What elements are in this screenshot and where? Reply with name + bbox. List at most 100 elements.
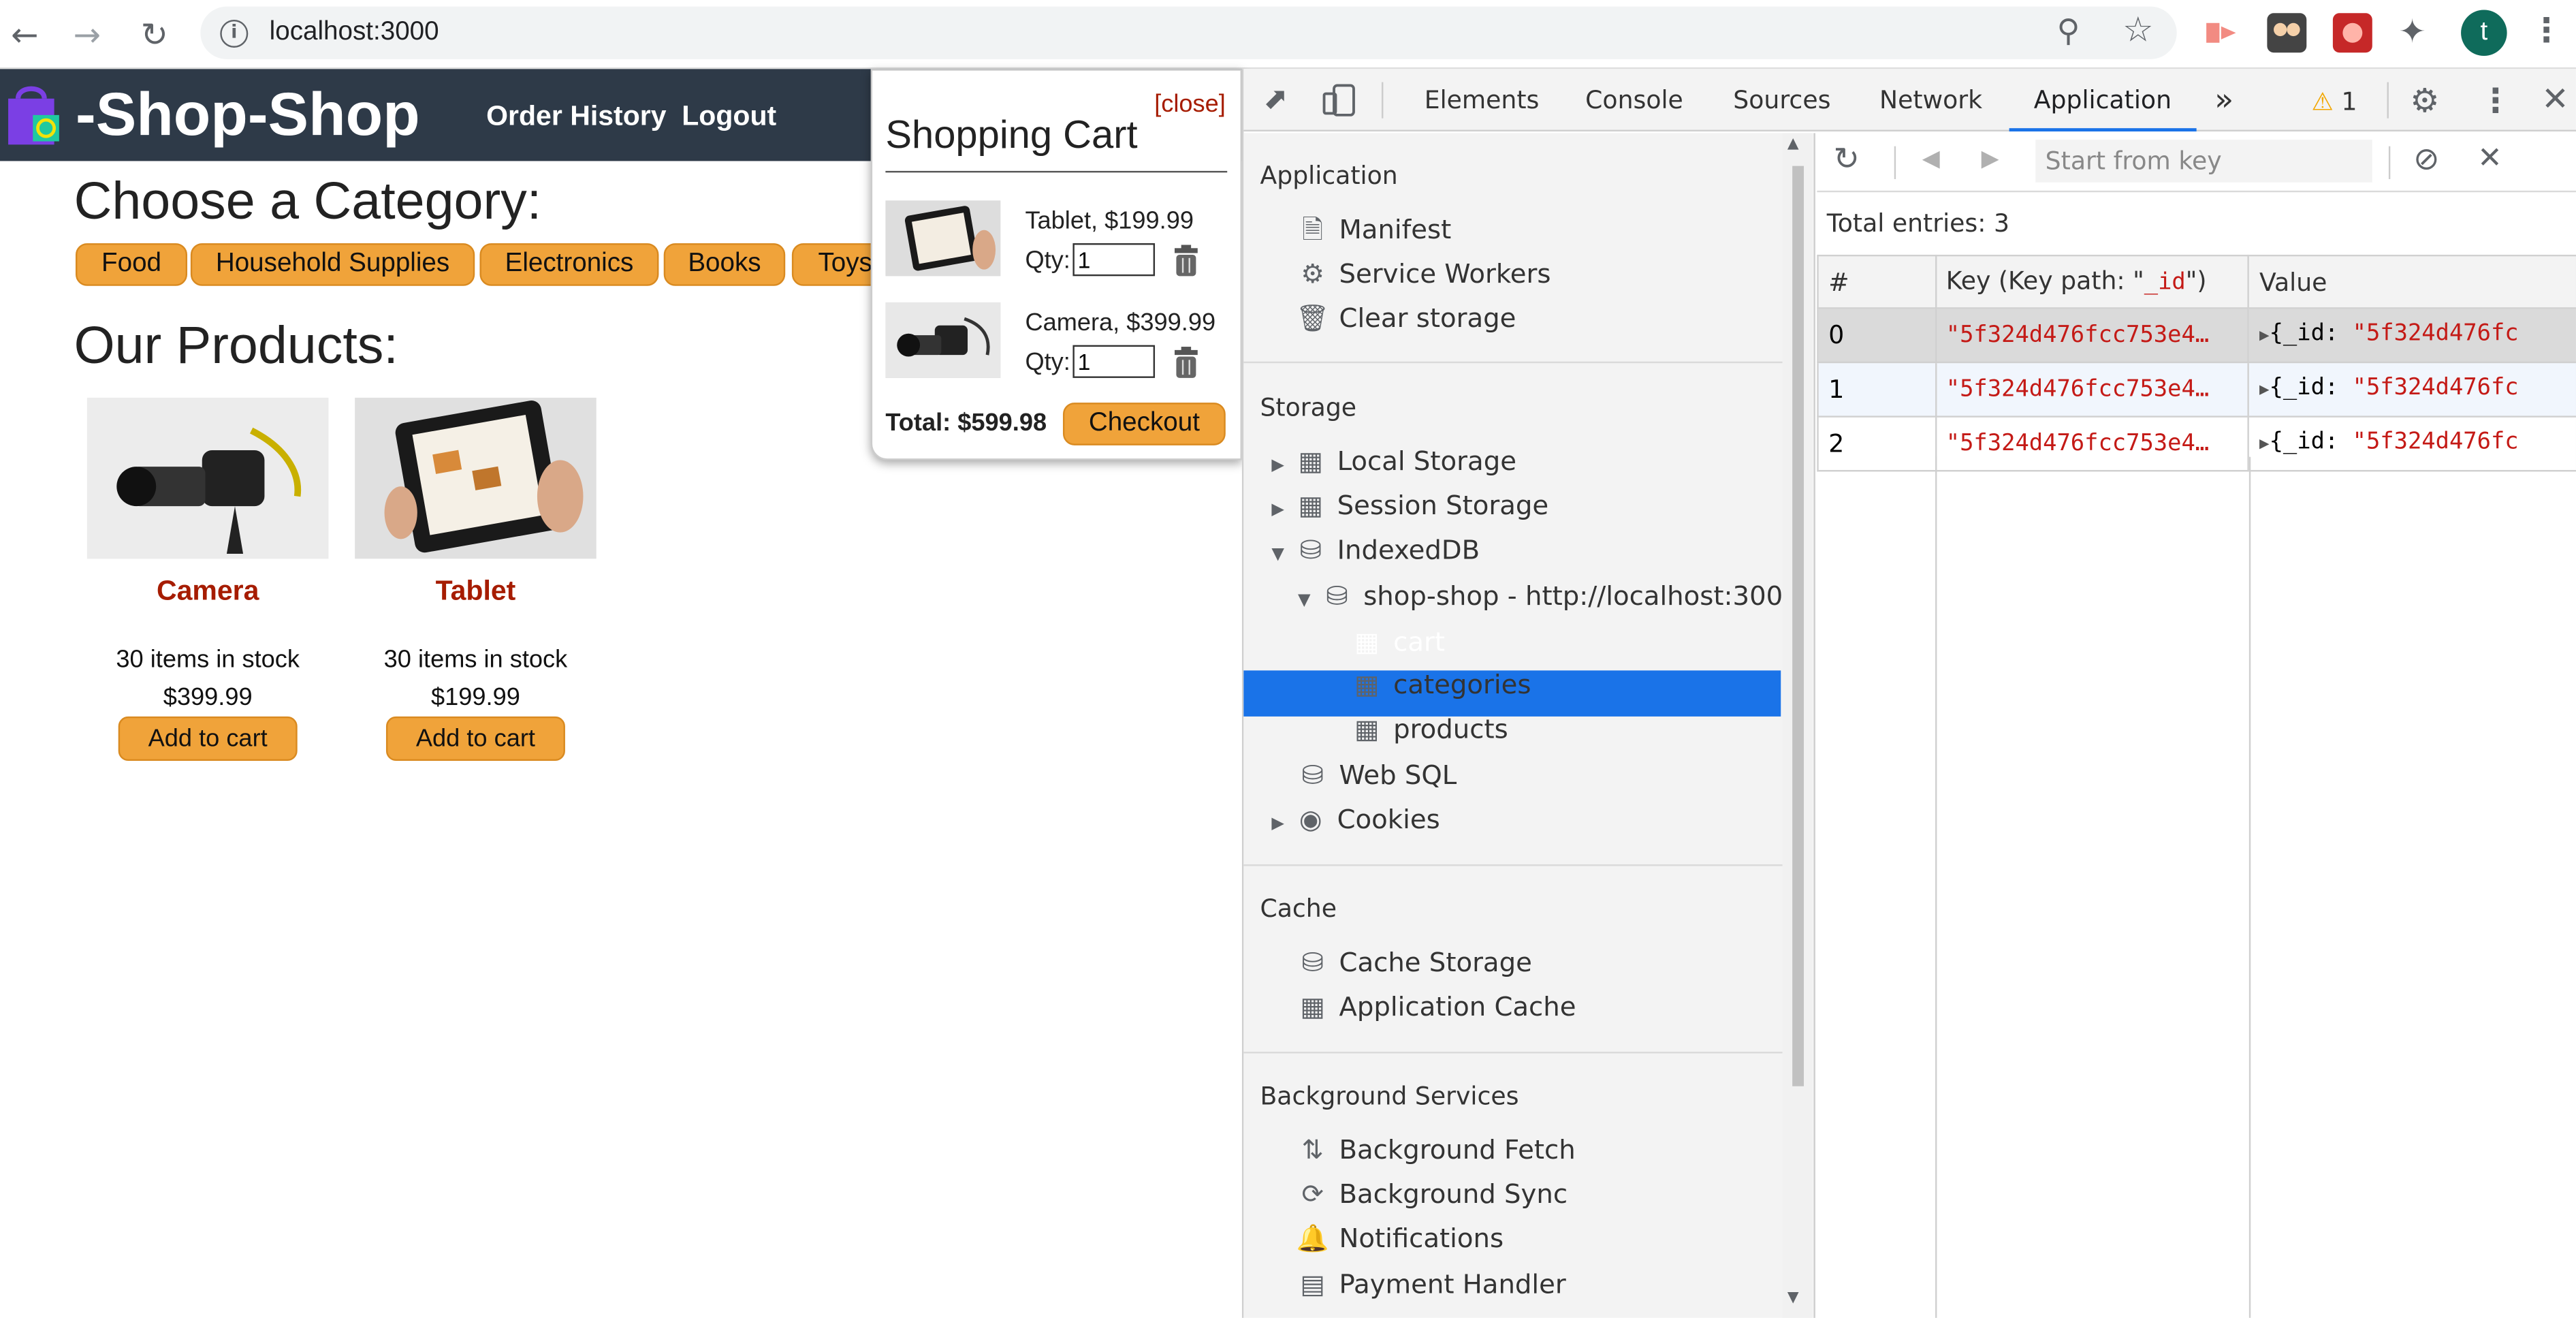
reload-icon[interactable]: ↻ bbox=[133, 13, 176, 56]
inspect-element-icon[interactable]: ⬈ bbox=[1263, 82, 1288, 117]
kebab-menu-icon[interactable]: ⋮ bbox=[2479, 80, 2512, 120]
sidebar-item-products-store[interactable]: ▦ products bbox=[1349, 706, 1508, 751]
row-key[interactable]: "5f324d476fcc753e4… bbox=[1934, 307, 2250, 364]
sidebar-item-session-storage[interactable]: ▶ ▦ Session Storage bbox=[1271, 483, 1548, 527]
column-header-key[interactable]: Key (Key path: "_id") bbox=[1934, 254, 2250, 309]
collapse-arrow-icon[interactable]: ▼ bbox=[1298, 592, 1311, 610]
column-header-index[interactable]: # bbox=[1817, 254, 1937, 309]
row-value[interactable]: ▶{_id: "5f324d476fc bbox=[2248, 415, 2576, 472]
sidebar-item-cookies[interactable]: ▶ ◉ Cookies bbox=[1271, 797, 1440, 841]
sidebar-item-background-sync[interactable]: ⟳ Background Sync bbox=[1294, 1172, 1568, 1216]
sidebar-item-cache-storage[interactable]: ⛁ Cache Storage bbox=[1294, 940, 1531, 984]
more-tabs-icon[interactable]: » bbox=[2214, 69, 2233, 131]
refresh-icon[interactable]: ↻ bbox=[1833, 141, 1859, 177]
info-icon[interactable]: i bbox=[220, 19, 249, 48]
next-page-icon[interactable]: ▶ bbox=[1982, 146, 1999, 173]
product-image-camera[interactable] bbox=[86, 397, 329, 559]
warning-counter[interactable]: ⚠ 1 bbox=[2312, 87, 2357, 116]
back-icon[interactable]: ← bbox=[3, 13, 46, 56]
expand-arrow-icon[interactable]: ▶ bbox=[1271, 501, 1284, 520]
table-row[interactable]: 0 "5f324d476fcc753e4… ▶{_id: "5f324d476f… bbox=[1817, 307, 2576, 364]
row-value[interactable]: ▶{_id: "5f324d476fc bbox=[2248, 361, 2576, 418]
tab-application[interactable]: Application bbox=[2009, 69, 2197, 132]
column-divider bbox=[1935, 456, 1937, 1318]
add-to-cart-button[interactable]: Add to cart bbox=[118, 716, 298, 762]
scroll-up-arrow-icon[interactable]: ▲ bbox=[1787, 136, 1799, 153]
expand-arrow-icon[interactable]: ▶ bbox=[1271, 815, 1284, 834]
nav-order-history[interactable]: Order History bbox=[486, 100, 666, 133]
cart-divider bbox=[885, 170, 1228, 173]
sidebar-item-manifest[interactable]: 🗎 Manifest bbox=[1294, 207, 1451, 251]
toolbar-divider bbox=[2387, 82, 2389, 119]
cart-close-link[interactable]: [close] bbox=[1154, 91, 1226, 119]
expand-arrow-icon[interactable]: ▶ bbox=[2259, 435, 2270, 454]
site-brand[interactable]: -Shop-Shop bbox=[76, 79, 420, 151]
collapse-arrow-icon[interactable]: ▼ bbox=[1271, 546, 1284, 564]
row-key[interactable]: "5f324d476fcc753e4… bbox=[1934, 415, 2250, 472]
tab-console[interactable]: Console bbox=[1585, 69, 1683, 131]
cart-qty-input[interactable]: 1 bbox=[1072, 345, 1156, 378]
shopping-bag-logo-icon[interactable] bbox=[3, 85, 66, 148]
device-toolbar-icon[interactable] bbox=[1322, 84, 1355, 116]
scroll-down-arrow-icon[interactable]: ▼ bbox=[1787, 1290, 1799, 1306]
category-electronics[interactable]: Electronics bbox=[479, 243, 659, 286]
product-image-tablet[interactable] bbox=[355, 397, 597, 559]
address-bar[interactable]: i localhost:3000 ⚲ ☆ bbox=[200, 6, 2177, 59]
url-text[interactable]: localhost:3000 bbox=[270, 7, 439, 59]
forward-icon[interactable]: → bbox=[66, 13, 109, 56]
sidebar-item-service-workers[interactable]: ⚙ Service Workers bbox=[1294, 251, 1551, 296]
table-row[interactable]: 2 "5f324d476fcc753e4… ▶{_id: "5f324d476f… bbox=[1817, 415, 2576, 472]
sidebar-item-local-storage[interactable]: ▶ ▦ Local Storage bbox=[1271, 439, 1516, 483]
sidebar-item-notifications[interactable]: 🔔 Notifications bbox=[1294, 1216, 1504, 1260]
sidebar-item-application-cache[interactable]: ▦ Application Cache bbox=[1294, 984, 1576, 1029]
sidebar-item-cart-store[interactable]: ▦ cart bbox=[1349, 620, 1445, 664]
expand-arrow-icon[interactable]: ▶ bbox=[2259, 381, 2270, 400]
extension-icon[interactable] bbox=[2203, 16, 2239, 49]
category-food[interactable]: Food bbox=[75, 243, 188, 286]
trash-icon[interactable] bbox=[1171, 347, 1200, 379]
sidebar-item-clear-storage[interactable]: 🗑 Clear storage bbox=[1294, 296, 1516, 340]
tab-sources[interactable]: Sources bbox=[1733, 69, 1830, 131]
extension-icon[interactable] bbox=[2267, 13, 2307, 53]
nav-logout[interactable]: Logout bbox=[682, 100, 776, 133]
clear-object-store-icon[interactable]: ⊘ bbox=[2413, 141, 2439, 177]
delete-selected-icon[interactable]: ✕ bbox=[2477, 141, 2502, 176]
tab-network[interactable]: Network bbox=[1879, 69, 1982, 131]
category-household-supplies[interactable]: Household Supplies bbox=[190, 243, 475, 286]
scrollbar-thumb[interactable] bbox=[1792, 166, 1804, 1086]
tab-elements[interactable]: Elements bbox=[1425, 69, 1540, 131]
puzzle-icon[interactable]: ✦ bbox=[2398, 12, 2426, 51]
sidebar-item-payment-handler[interactable]: ▤ Payment Handler bbox=[1294, 1262, 1565, 1306]
sidebar-scrollbar[interactable]: ▲ ▼ bbox=[1782, 133, 1813, 1318]
sidebar-item-background-fetch[interactable]: ⇅ Background Fetch bbox=[1294, 1127, 1575, 1172]
column-header-value[interactable]: Value bbox=[2248, 254, 2576, 309]
table-icon: ▦ bbox=[1354, 626, 1380, 658]
zoom-icon[interactable]: ⚲ bbox=[2057, 13, 2080, 49]
product-name-tablet[interactable]: Tablet bbox=[355, 575, 597, 608]
start-from-key-input[interactable]: Start from key bbox=[2035, 140, 2372, 183]
expand-arrow-icon[interactable]: ▶ bbox=[2259, 327, 2270, 345]
extension-icon[interactable] bbox=[2332, 13, 2372, 53]
star-icon[interactable]: ☆ bbox=[2122, 10, 2153, 49]
settings-gear-icon[interactable]: ⚙ bbox=[2410, 80, 2439, 120]
sidebar-item-shop-shop-db[interactable]: ▼ ⛁ shop-shop - http://localhost:3000 bbox=[1298, 574, 1800, 618]
category-books[interactable]: Books bbox=[663, 243, 786, 286]
sidebar-item-web-sql[interactable]: ⛁ Web SQL bbox=[1294, 753, 1457, 797]
expand-arrow-icon[interactable]: ▶ bbox=[1271, 457, 1284, 475]
product-price: $199.99 bbox=[431, 683, 520, 712]
product-name-camera[interactable]: Camera bbox=[87, 575, 329, 608]
previous-page-icon[interactable]: ◀ bbox=[1922, 146, 1940, 173]
devtools-tabbar: ⬈ Elements Console Sources Network Appli… bbox=[1243, 69, 2576, 132]
sidebar-item-indexeddb[interactable]: ▼ ⛁ IndexedDB bbox=[1271, 527, 1480, 571]
trash-icon[interactable] bbox=[1171, 245, 1200, 277]
table-row[interactable]: 1 "5f324d476fcc753e4… ▶{_id: "5f324d476f… bbox=[1817, 361, 2576, 418]
row-value[interactable]: ▶{_id: "5f324d476fc bbox=[2248, 307, 2576, 364]
close-devtools-icon[interactable]: ✕ bbox=[2541, 79, 2569, 119]
checkout-button[interactable]: Checkout bbox=[1062, 403, 1226, 445]
add-to-cart-button[interactable]: Add to cart bbox=[385, 716, 565, 762]
profile-avatar[interactable]: t bbox=[2461, 10, 2507, 57]
cart-qty-input[interactable]: 1 bbox=[1072, 243, 1156, 277]
row-key[interactable]: "5f324d476fcc753e4… bbox=[1934, 361, 2250, 418]
sidebar-item-categories-store[interactable]: ▦ categories bbox=[1349, 662, 1531, 706]
chrome-menu-icon[interactable]: ⋮ bbox=[2530, 10, 2562, 49]
